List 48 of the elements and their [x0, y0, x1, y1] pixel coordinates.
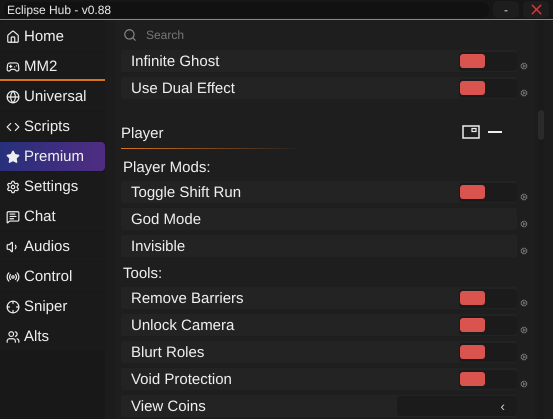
toggle-switch[interactable]: [459, 342, 517, 362]
close-button[interactable]: [523, 1, 549, 18]
option-label: Toggle Shift Run: [131, 184, 242, 200]
option-label: Blurt Roles: [131, 344, 206, 360]
search-icon: [123, 28, 137, 42]
star-icon: [6, 150, 20, 164]
settings-icon[interactable]: [520, 193, 528, 201]
option-label: Remove Barriers: [131, 290, 245, 306]
settings-icon[interactable]: [520, 220, 528, 228]
toggle-switch[interactable]: [459, 78, 517, 98]
settings-icon[interactable]: [520, 353, 528, 361]
window-title: Eclipse Hub - v0.88: [4, 2, 489, 18]
option-label: Void Protection: [131, 370, 233, 388]
globe-icon: [6, 90, 20, 104]
window-icon[interactable]: [462, 125, 480, 139]
settings-icon[interactable]: [520, 326, 528, 334]
home-icon: [6, 30, 20, 44]
option-label: Infinite Ghost: [131, 52, 220, 70]
crosshair-icon: [6, 300, 20, 314]
option-label: Use Dual Effect: [131, 80, 236, 96]
group-heading: Player Mods:: [122, 159, 212, 176]
toggle-switch[interactable]: [459, 288, 517, 308]
sidebar-item[interactable]: Premium: [0, 142, 105, 171]
option-label: View Coins: [131, 398, 207, 414]
settings-icon[interactable]: [520, 380, 528, 388]
chat-icon: [6, 210, 20, 224]
option-label: Unlock Camera: [131, 316, 236, 334]
dropdown[interactable]: ‹: [397, 396, 517, 416]
settings-icon[interactable]: [520, 62, 528, 70]
section-title: Player: [121, 125, 301, 149]
toggle-switch[interactable]: [459, 182, 517, 202]
minimize-button[interactable]: -: [493, 1, 519, 18]
option-label: God Mode: [131, 210, 202, 228]
gear-icon: [6, 180, 20, 194]
toggle-switch[interactable]: [459, 370, 517, 388]
settings-icon[interactable]: [520, 299, 528, 307]
settings-icon[interactable]: [520, 247, 528, 255]
group-heading: Tools:: [122, 265, 164, 282]
action-button[interactable]: Invisible: [121, 235, 517, 257]
option-label: Invisible: [131, 238, 186, 254]
search-field[interactable]: Search: [144, 27, 528, 43]
toggle-switch[interactable]: [459, 52, 517, 70]
toggle-switch[interactable]: [459, 316, 517, 334]
settings-icon[interactable]: [520, 89, 528, 97]
gamepad-icon: [6, 60, 20, 74]
signal-icon: [6, 270, 20, 284]
users-icon: [6, 330, 20, 344]
action-button[interactable]: God Mode: [121, 208, 517, 230]
